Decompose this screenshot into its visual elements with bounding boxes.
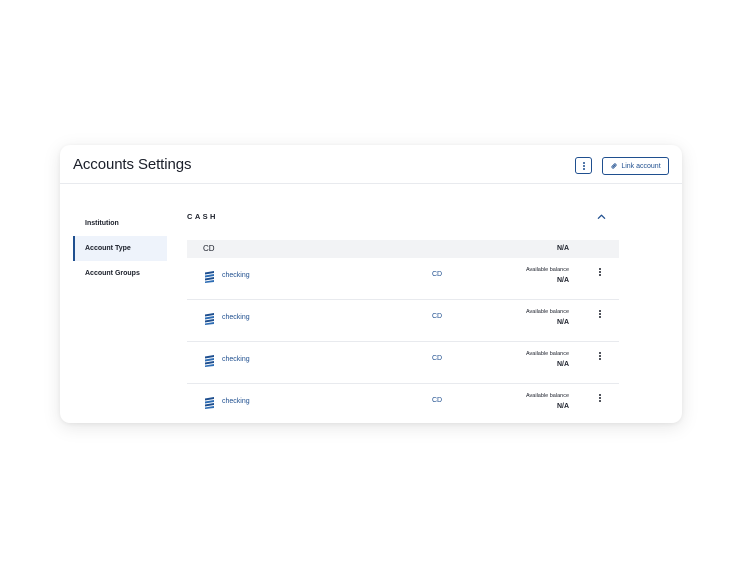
account-row: checking CD Available balance N/A [187,342,619,384]
account-name-link[interactable]: checking [222,356,250,363]
account-row: checking CD Available balance N/A [187,384,619,423]
group-value: N/A [557,245,570,252]
more-options-button[interactable] [575,157,592,174]
sidebar-item-institution[interactable]: Institution [73,211,167,236]
link-account-label: Link account [621,162,661,170]
account-name-link[interactable]: checking [222,272,250,279]
accounts-settings-card: Accounts Settings Link account Instituti… [60,145,682,423]
balance-value: N/A [556,277,569,284]
account-type: CD [432,313,443,320]
balance-value: N/A [556,403,569,410]
balance-label: Available balance [525,393,569,399]
link-icon [611,163,617,169]
account-type: CD [432,271,443,278]
balance-label: Available balance [525,267,569,273]
sidebar-item-account-type[interactable]: Account Type [73,236,167,261]
account-name-link[interactable]: checking [222,398,250,405]
bank-icon [205,271,214,283]
bank-icon [205,355,214,367]
page-title: Accounts Settings [73,156,192,173]
account-group-row: CD N/A [187,240,619,258]
row-menu-button[interactable] [598,352,602,362]
more-vertical-icon [599,268,601,278]
account-row: checking CD Available balance N/A [187,300,619,342]
more-vertical-icon [599,310,601,320]
group-name: CD [203,244,215,253]
settings-sidebar: Institution Account Type Account Groups [73,211,167,286]
account-name-link[interactable]: checking [222,314,250,321]
account-type: CD [432,355,443,362]
account-type: CD [432,397,443,404]
balance-label: Available balance [525,309,569,315]
more-vertical-icon [582,161,585,170]
account-row: checking CD Available balance N/A [187,258,619,300]
chevron-up-icon[interactable] [597,213,606,220]
row-menu-button[interactable] [598,310,602,320]
balance-label: Available balance [525,351,569,357]
bank-icon [205,313,214,325]
balance-value: N/A [556,361,569,368]
card-header: Accounts Settings Link account [60,145,682,184]
link-account-button[interactable]: Link account [602,157,669,175]
balance-value: N/A [556,319,569,326]
row-menu-button[interactable] [598,268,602,278]
section-title: CASH [187,212,218,221]
row-menu-button[interactable] [598,394,602,404]
more-vertical-icon [599,352,601,362]
bank-icon [205,397,214,409]
sidebar-item-account-groups[interactable]: Account Groups [73,261,167,286]
more-vertical-icon [599,394,601,404]
